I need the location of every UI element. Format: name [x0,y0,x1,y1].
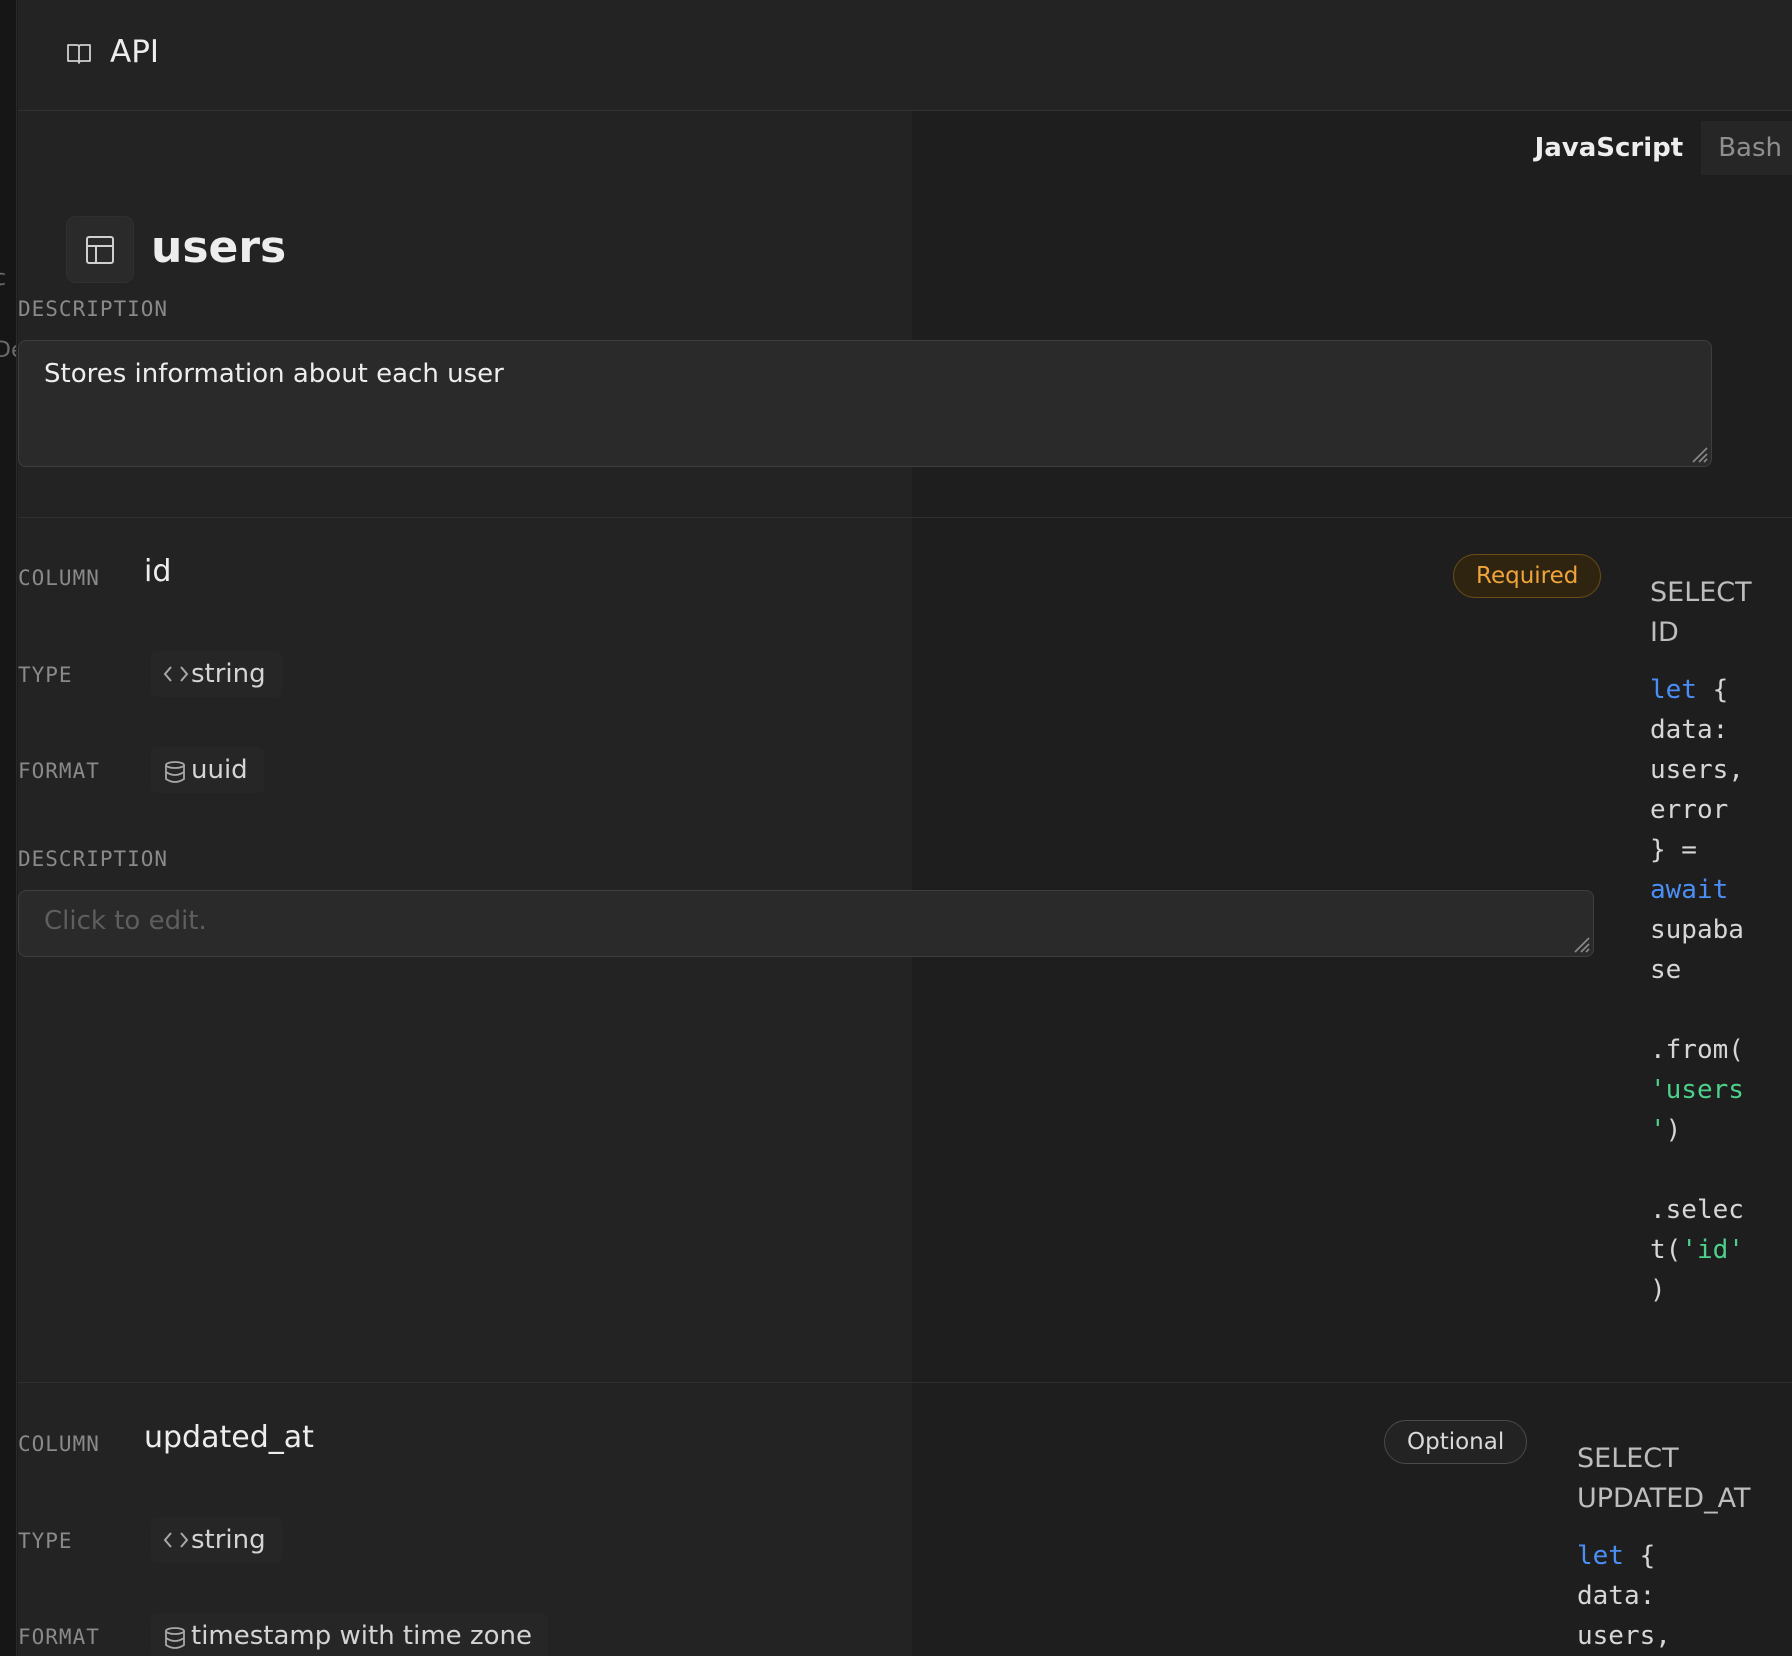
type-value: string [191,1525,266,1555]
format-chip: timestamp with time zone [151,1613,548,1656]
code-example-title: SELECT UPDATED_AT [1577,1443,1751,1514]
column-description-field[interactable]: Click to edit. [18,890,1594,957]
code-snippet: let {data: users, error} = await supaba se .f… [1650,675,1744,1305]
column-description-placeholder: Click to edit. [44,906,207,936]
code-example-title: SELECT ID [1650,577,1752,648]
table-icon [86,236,114,264]
left-sidebar-strip: c De [0,0,17,1656]
type-chip: string [151,1517,282,1563]
content: users DESCRIPTION Stores information abo… [18,0,1792,1656]
database-icon [165,761,185,783]
column-name: updated_at [144,1420,314,1455]
sidebar-fragment: De [0,338,16,363]
code-brackets-icon [163,1532,189,1548]
table-name: users [151,222,287,273]
sidebar-fragment: c [0,266,6,291]
main-panel: API JavaScript Bash users DESCRIPTION St… [18,0,1792,1656]
type-label: TYPE [18,1529,73,1553]
table-icon-box [66,216,134,283]
table-description-text: Stores information about each user [44,359,504,389]
format-label: FORMAT [18,759,100,783]
code-snippet: let {data: users, [1577,1541,1671,1651]
column-name: id [144,554,172,589]
format-chip: uuid [151,747,264,793]
required-badge: Required [1453,554,1602,598]
type-chip: string [151,651,282,697]
format-value: uuid [191,755,248,785]
column-label: COLUMN [18,1432,100,1456]
resize-handle-icon[interactable] [1687,442,1709,464]
format-label: FORMAT [18,1625,100,1649]
database-icon [165,1627,185,1649]
column-description-label: DESCRIPTION [18,847,169,871]
table-description-field[interactable]: Stores information about each user [18,340,1712,467]
code-brackets-icon [163,666,189,682]
resize-handle-icon[interactable] [1569,932,1591,954]
page-header: API [18,0,1792,111]
format-value: timestamp with time zone [191,1621,532,1651]
tab-javascript[interactable]: JavaScript [1517,121,1702,175]
section-divider [18,517,1792,518]
optional-badge: Optional [1384,1420,1528,1464]
language-tabs: JavaScript Bash [1517,121,1792,175]
type-value: string [191,659,266,689]
page-title: API [110,34,160,70]
section-divider [18,1382,1792,1383]
tab-bash[interactable]: Bash [1701,121,1792,175]
book-open-icon [67,44,91,64]
type-label: TYPE [18,663,73,687]
column-label: COLUMN [18,566,100,590]
table-description-label: DESCRIPTION [18,297,169,321]
